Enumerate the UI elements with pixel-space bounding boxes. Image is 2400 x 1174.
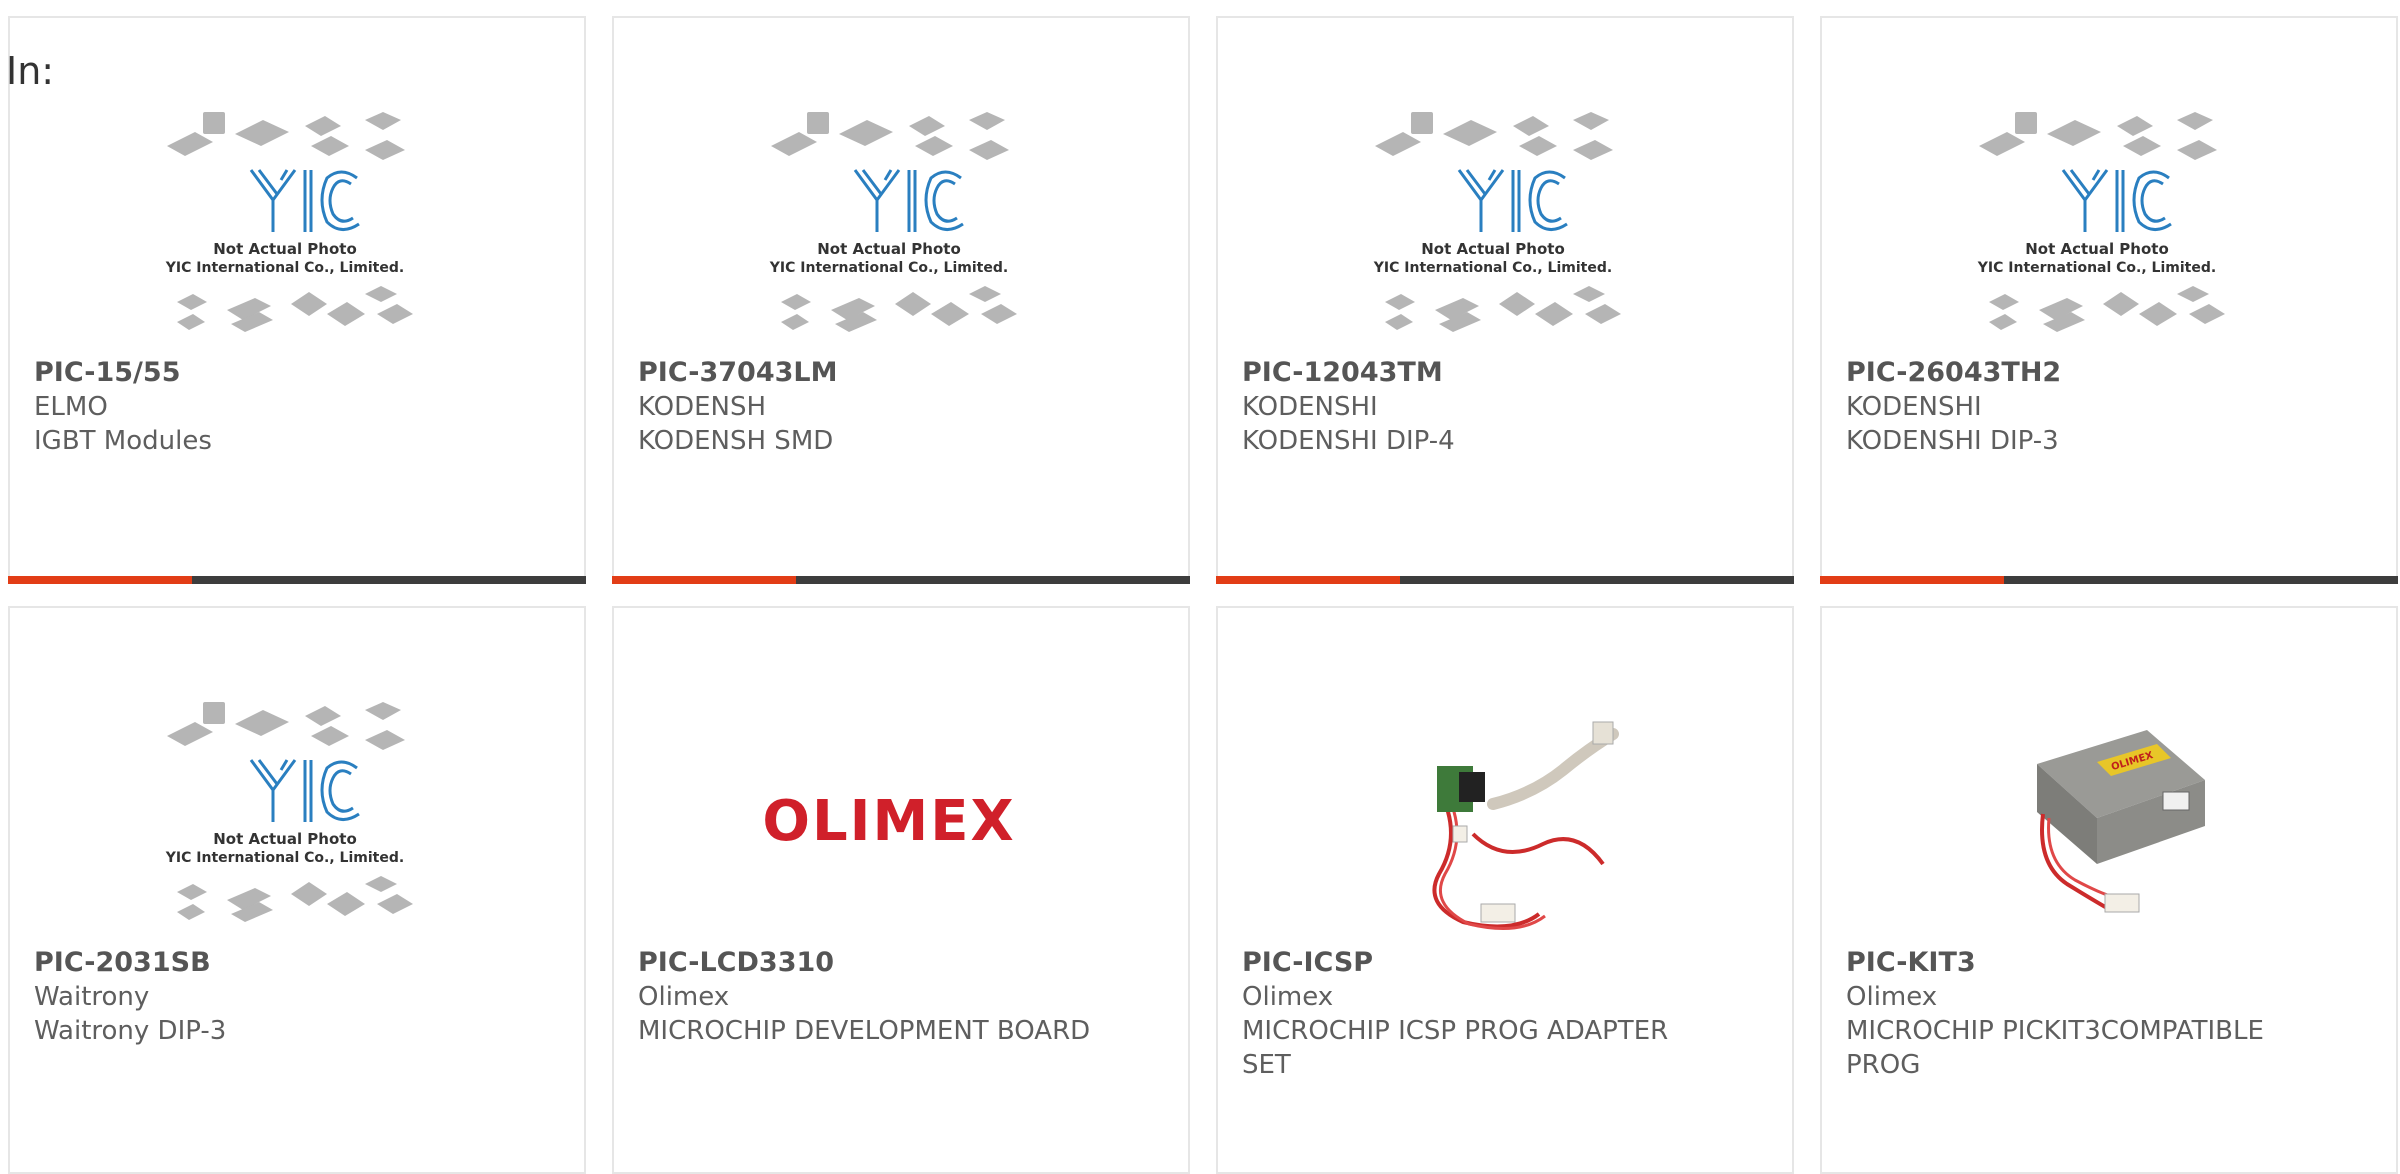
svg-text:YIC International Co., Limited: YIC International Co., Limited. xyxy=(1373,260,1612,276)
manufacturer: KODENSH xyxy=(638,392,767,422)
product-description: KODENSHI DIP-3 xyxy=(1846,426,2059,456)
svg-text:OLIMEX: OLIMEX xyxy=(762,789,1015,854)
yic-placeholder-image: Not Actual Photo YIC International Co., … xyxy=(759,104,1019,364)
manufacturer: KODENSHI xyxy=(1846,392,1982,422)
product-card[interactable]: Not Actual Photo YIC International Co., … xyxy=(612,16,1190,584)
manufacturer: ELMO xyxy=(34,392,108,422)
svg-text:YIC International Co., Limited: YIC International Co., Limited. xyxy=(769,260,1008,276)
programmer-photo: OLIMEX xyxy=(1967,694,2227,954)
product-grid: Not Actual Photo YIC International Co., … xyxy=(8,16,2400,1174)
svg-text:YIC International Co., Limited: YIC International Co., Limited. xyxy=(165,260,404,276)
product-card[interactable]: PIC-ICSP Olimex MICROCHIP ICSP PROG ADAP… xyxy=(1216,606,1794,1174)
product-description: IGBT Modules xyxy=(34,426,212,456)
product-card[interactable]: Not Actual Photo YIC International Co., … xyxy=(8,606,586,1174)
manufacturer: Olimex xyxy=(638,982,730,1012)
svg-text:Not Actual Photo: Not Actual Photo xyxy=(2025,240,2169,258)
olimex-logo-image: OLIMEX xyxy=(759,694,1019,954)
svg-text:Not Actual Photo: Not Actual Photo xyxy=(817,240,961,258)
yic-placeholder-image: Not Actual Photo YIC International Co., … xyxy=(155,104,415,364)
product-card[interactable]: Not Actual Photo YIC International Co., … xyxy=(1216,16,1794,584)
yic-placeholder-image: Not Actual Photo YIC International Co., … xyxy=(1967,104,2227,364)
card-accent-bar xyxy=(1820,576,2398,584)
yic-placeholder-image: Not Actual Photo YIC International Co., … xyxy=(155,694,415,954)
product-info: PIC-KIT3 Olimex MICROCHIP PICKIT3COMPATI… xyxy=(1846,946,2376,1082)
part-number[interactable]: PIC-ICSP xyxy=(1242,946,1772,980)
product-card[interactable]: Not Actual Photo YIC International Co., … xyxy=(8,16,586,584)
part-number[interactable]: PIC-2031SB xyxy=(34,946,564,980)
part-number[interactable]: PIC-LCD3310 xyxy=(638,946,1168,980)
card-accent-bar xyxy=(612,576,1190,584)
part-number[interactable]: PIC-12043TM xyxy=(1242,356,1772,390)
manufacturer: Olimex xyxy=(1242,982,1334,1012)
part-number[interactable]: PIC-26043TH2 xyxy=(1846,356,2376,390)
cable-adapter-photo xyxy=(1363,694,1623,954)
card-accent-bar xyxy=(1216,576,1794,584)
part-number[interactable]: PIC-KIT3 xyxy=(1846,946,2376,980)
product-description: KODENSHI DIP-4 xyxy=(1242,426,1455,456)
product-info: PIC-37043LM KODENSH KODENSH SMD xyxy=(638,356,1168,458)
card-accent-bar xyxy=(8,576,586,584)
manufacturer: Olimex xyxy=(1846,982,1938,1012)
part-number[interactable]: PIC-15/55 xyxy=(34,356,564,390)
product-info: PIC-15/55 ELMO IGBT Modules xyxy=(34,356,564,458)
filter-label: In: xyxy=(6,49,55,93)
product-info: PIC-12043TM KODENSHI KODENSHI DIP-4 xyxy=(1242,356,1772,458)
product-card[interactable]: OLIMEX PIC-LCD3310 Olimex MICROCHIP DEVE… xyxy=(612,606,1190,1174)
product-info: PIC-2031SB Waitrony Waitrony DIP-3 xyxy=(34,946,564,1048)
product-info: PIC-ICSP Olimex MICROCHIP ICSP PROG ADAP… xyxy=(1242,946,1772,1082)
product-description: KODENSH SMD xyxy=(638,426,834,456)
manufacturer: Waitrony xyxy=(34,982,150,1012)
svg-text:Not Actual Photo: Not Actual Photo xyxy=(213,830,357,848)
part-number[interactable]: PIC-37043LM xyxy=(638,356,1168,390)
product-info: PIC-LCD3310 Olimex MICROCHIP DEVELOPMENT… xyxy=(638,946,1168,1048)
product-description: MICROCHIP ICSP PROG ADAPTER SET xyxy=(1242,1016,1669,1080)
product-info: PIC-26043TH2 KODENSHI KODENSHI DIP-3 xyxy=(1846,356,2376,458)
svg-text:YIC International Co., Limited: YIC International Co., Limited. xyxy=(1977,260,2216,276)
product-description: MICROCHIP PICKIT3COMPATIBLE PROG xyxy=(1846,1016,2264,1080)
yic-placeholder-image: Not Actual Photo YIC International Co., … xyxy=(1363,104,1623,364)
svg-text:YIC International Co., Limited: YIC International Co., Limited. xyxy=(165,850,404,866)
svg-text:Not Actual Photo: Not Actual Photo xyxy=(1421,240,1565,258)
product-description: MICROCHIP DEVELOPMENT BOARD xyxy=(638,1016,1091,1046)
manufacturer: KODENSHI xyxy=(1242,392,1378,422)
svg-text:Not Actual Photo: Not Actual Photo xyxy=(213,240,357,258)
product-card[interactable]: Not Actual Photo YIC International Co., … xyxy=(1820,16,2398,584)
product-description: Waitrony DIP-3 xyxy=(34,1016,227,1046)
product-card[interactable]: OLIMEX PIC-KIT3 Olimex MICROCHIP PICKIT3… xyxy=(1820,606,2398,1174)
